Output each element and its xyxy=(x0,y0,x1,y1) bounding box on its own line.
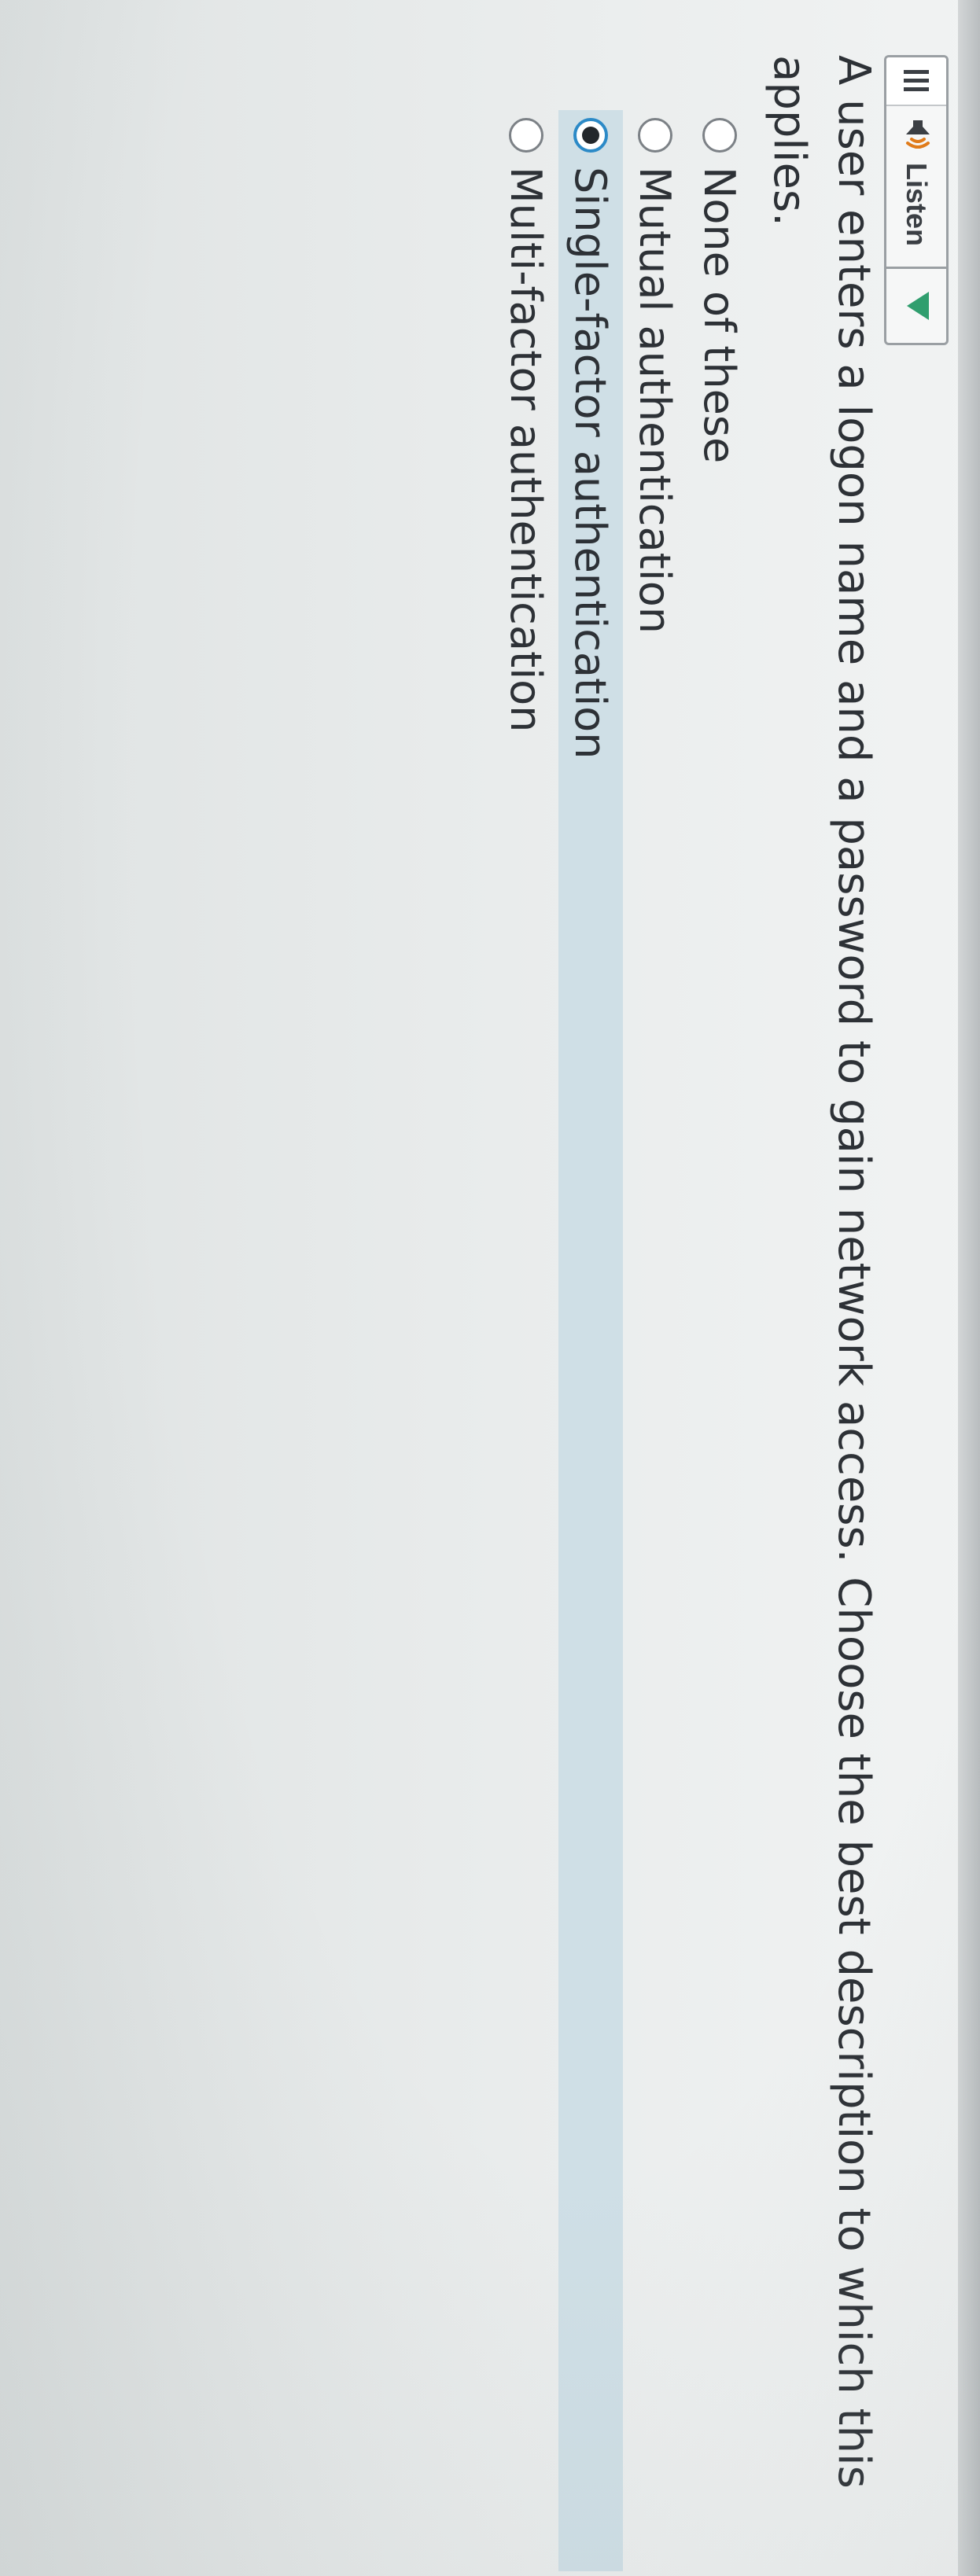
option-label: Single-factor authentication xyxy=(566,167,616,760)
radio-button[interactable] xyxy=(702,118,737,153)
radio-button[interactable] xyxy=(509,118,543,153)
option-multi-factor-authentication[interactable]: Multi-factor authentication xyxy=(494,118,558,2571)
speaker-icon xyxy=(899,117,934,153)
play-triangle-icon xyxy=(901,289,932,323)
option-mutual-authentication[interactable]: Mutual authentication xyxy=(623,118,687,2571)
listen-toolbar: Listen xyxy=(884,55,949,346)
play-button[interactable] xyxy=(886,269,946,343)
option-label: Multi-factor authentication xyxy=(501,167,551,733)
option-label: None of these xyxy=(694,167,745,464)
toolbar-menu-handle[interactable] xyxy=(886,57,946,106)
answer-options: None of these Mutual authentication Sing… xyxy=(494,110,752,2571)
question-text: A user enters a logon name and a passwor… xyxy=(764,55,879,2489)
option-label: Mutual authentication xyxy=(630,167,680,635)
radio-button-checked[interactable] xyxy=(573,118,608,153)
quiz-screen: Listen A user enters a logon name and a … xyxy=(0,0,980,2576)
option-single-factor-authentication[interactable]: Single-factor authentication xyxy=(558,110,623,2571)
screen-top-edge xyxy=(958,0,980,2576)
option-none-of-these[interactable]: None of these xyxy=(687,118,752,2571)
grip-lines-icon xyxy=(901,68,932,94)
listen-label: Listen xyxy=(901,163,933,247)
radio-button[interactable] xyxy=(638,118,672,153)
listen-button[interactable]: Listen xyxy=(886,106,946,270)
